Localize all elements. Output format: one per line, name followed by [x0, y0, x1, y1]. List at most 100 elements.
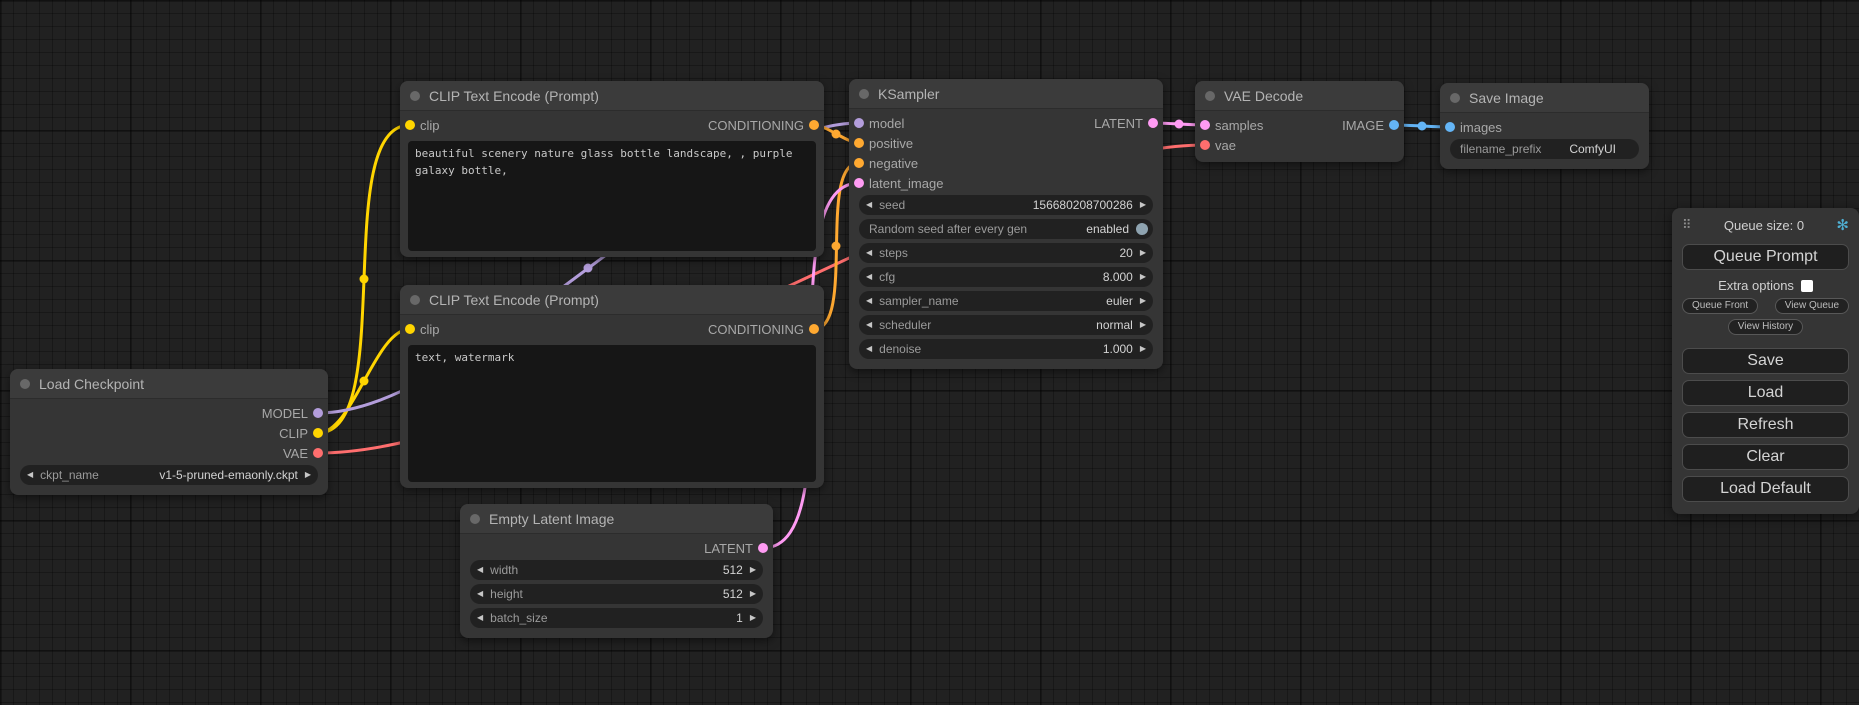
node-canvas[interactable]: Load Checkpoint MODEL CLIP VAE ◀ ckpt_na… [0, 0, 1859, 705]
widget-value: 8.000 [1103, 270, 1133, 284]
increment-arrow-icon[interactable]: ▶ [1140, 345, 1146, 353]
node-header[interactable]: VAE Decode [1195, 81, 1404, 111]
load-button[interactable]: Load [1682, 380, 1849, 406]
node-header[interactable]: Save Image [1440, 83, 1649, 113]
collapse-dot-icon[interactable] [410, 91, 420, 101]
decrement-arrow-icon[interactable]: ◀ [477, 614, 483, 622]
clip-output-port[interactable] [313, 428, 323, 438]
vae-output-port[interactable] [313, 448, 323, 458]
decrement-arrow-icon[interactable]: ◀ [27, 471, 33, 479]
vae-input-port[interactable] [1200, 140, 1210, 150]
extra-options-checkbox[interactable] [1801, 280, 1813, 292]
decrement-arrow-icon[interactable]: ◀ [477, 566, 483, 574]
view-history-button[interactable]: View History [1728, 319, 1803, 335]
slot-label-latent: LATENT [1094, 116, 1143, 131]
ckpt-name-widget[interactable]: ◀ ckpt_name v1-5-pruned-emaonly.ckpt ▶ [20, 465, 318, 485]
node-vae-decode[interactable]: VAE Decode samples IMAGE vae [1195, 81, 1404, 162]
widget-name: scheduler [879, 318, 931, 332]
decrement-arrow-icon[interactable]: ◀ [866, 345, 872, 353]
collapse-dot-icon[interactable] [1205, 91, 1215, 101]
node-ksampler[interactable]: KSampler model LATENT positive negative … [849, 79, 1163, 369]
widget-value: 1 [736, 611, 743, 625]
increment-arrow-icon[interactable]: ▶ [750, 590, 756, 598]
slot-label-vae: VAE [283, 446, 308, 461]
save-button[interactable]: Save [1682, 348, 1849, 374]
link-midpoint-dot [360, 377, 369, 386]
seed-widget[interactable]: ◀ seed 156680208700286 ▶ [859, 195, 1153, 215]
decrement-arrow-icon[interactable]: ◀ [866, 249, 872, 257]
sampler-name-widget[interactable]: ◀ sampler_name euler ▶ [859, 291, 1153, 311]
increment-arrow-icon[interactable]: ▶ [1140, 321, 1146, 329]
settings-gear-icon[interactable]: ✻ [1836, 216, 1849, 234]
collapse-dot-icon[interactable] [859, 89, 869, 99]
collapse-dot-icon[interactable] [410, 295, 420, 305]
latent-output-port[interactable] [1148, 118, 1158, 128]
node-clip-text-encode-positive[interactable]: CLIP Text Encode (Prompt) clip CONDITION… [400, 81, 824, 257]
latent-output-port[interactable] [758, 543, 768, 553]
node-clip-text-encode-negative[interactable]: CLIP Text Encode (Prompt) clip CONDITION… [400, 285, 824, 488]
node-header[interactable]: KSampler [849, 79, 1163, 109]
widget-value: 512 [723, 563, 743, 577]
load-default-button[interactable]: Load Default [1682, 476, 1849, 502]
extra-options-label: Extra options [1718, 278, 1794, 293]
model-output-port[interactable] [313, 408, 323, 418]
link-midpoint-dot [832, 242, 841, 251]
slot-label-images: images [1460, 120, 1502, 135]
widget-name: denoise [879, 342, 921, 356]
increment-arrow-icon[interactable]: ▶ [750, 566, 756, 574]
refresh-button[interactable]: Refresh [1682, 412, 1849, 438]
increment-arrow-icon[interactable]: ▶ [1140, 273, 1146, 281]
decrement-arrow-icon[interactable]: ◀ [477, 590, 483, 598]
queue-prompt-button[interactable]: Queue Prompt [1682, 244, 1849, 270]
increment-arrow-icon[interactable]: ▶ [1140, 249, 1146, 257]
images-input-port[interactable] [1445, 122, 1455, 132]
clip-input-port[interactable] [405, 324, 415, 334]
node-header[interactable]: Empty Latent Image [460, 504, 773, 534]
negative-input-port[interactable] [854, 158, 864, 168]
increment-arrow-icon[interactable]: ▶ [305, 471, 311, 479]
collapse-dot-icon[interactable] [20, 379, 30, 389]
widget-value: 156680208700286 [1033, 198, 1133, 212]
queue-front-button[interactable]: Queue Front [1682, 298, 1758, 314]
decrement-arrow-icon[interactable]: ◀ [866, 321, 872, 329]
samples-input-port[interactable] [1200, 120, 1210, 130]
collapse-dot-icon[interactable] [470, 514, 480, 524]
decrement-arrow-icon[interactable]: ◀ [866, 273, 872, 281]
widget-name: Random seed after every gen [869, 222, 1027, 236]
node-header[interactable]: CLIP Text Encode (Prompt) [400, 285, 824, 315]
decrement-arrow-icon[interactable]: ◀ [866, 201, 872, 209]
increment-arrow-icon[interactable]: ▶ [750, 614, 756, 622]
link-midpoint-dot [1175, 120, 1184, 129]
decrement-arrow-icon[interactable]: ◀ [866, 297, 872, 305]
denoise-widget[interactable]: ◀ denoise 1.000 ▶ [859, 339, 1153, 359]
conditioning-output-port[interactable] [809, 120, 819, 130]
collapse-dot-icon[interactable] [1450, 93, 1460, 103]
clip-input-port[interactable] [405, 120, 415, 130]
clear-button[interactable]: Clear [1682, 444, 1849, 470]
toggle-dot-icon[interactable] [1136, 223, 1148, 235]
model-input-port[interactable] [854, 118, 864, 128]
scheduler-widget[interactable]: ◀ scheduler normal ▶ [859, 315, 1153, 335]
height-widget[interactable]: ◀ height 512 ▶ [470, 584, 763, 604]
latent-image-input-port[interactable] [854, 178, 864, 188]
steps-widget[interactable]: ◀ steps 20 ▶ [859, 243, 1153, 263]
image-output-port[interactable] [1389, 120, 1399, 130]
increment-arrow-icon[interactable]: ▶ [1140, 297, 1146, 305]
positive-input-port[interactable] [854, 138, 864, 148]
prompt-textarea[interactable]: text, watermark [408, 345, 816, 482]
view-queue-button[interactable]: View Queue [1775, 298, 1849, 314]
node-save-image[interactable]: Save Image images filename_prefix ComfyU… [1440, 83, 1649, 169]
increment-arrow-icon[interactable]: ▶ [1140, 201, 1146, 209]
cfg-widget[interactable]: ◀ cfg 8.000 ▶ [859, 267, 1153, 287]
drag-handle-icon[interactable]: ⠿ [1682, 217, 1692, 233]
node-load-checkpoint[interactable]: Load Checkpoint MODEL CLIP VAE ◀ ckpt_na… [10, 369, 328, 495]
conditioning-output-port[interactable] [809, 324, 819, 334]
random-seed-toggle-widget[interactable]: Random seed after every gen enabled [859, 219, 1153, 239]
node-empty-latent-image[interactable]: Empty Latent Image LATENT ◀ width 512 ▶ … [460, 504, 773, 638]
batch-size-widget[interactable]: ◀ batch_size 1 ▶ [470, 608, 763, 628]
prompt-textarea[interactable]: beautiful scenery nature glass bottle la… [408, 141, 816, 251]
node-header[interactable]: CLIP Text Encode (Prompt) [400, 81, 824, 111]
width-widget[interactable]: ◀ width 512 ▶ [470, 560, 763, 580]
node-header[interactable]: Load Checkpoint [10, 369, 328, 399]
filename-prefix-widget[interactable]: filename_prefix ComfyUI [1450, 139, 1639, 159]
